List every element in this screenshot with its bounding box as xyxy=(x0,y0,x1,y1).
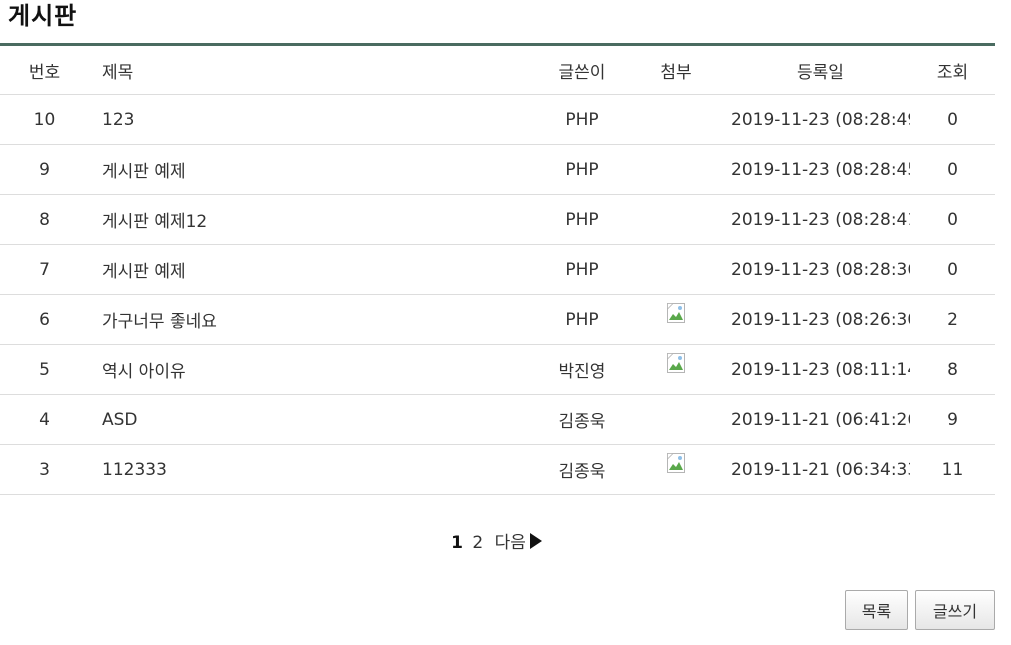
row-title-link[interactable]: 게시판 예제 xyxy=(102,262,186,282)
row-title-link[interactable]: 123 xyxy=(102,110,134,130)
row-date: 2019-11-23 (08:28:45) xyxy=(731,144,910,195)
table-row: 10 123 PHP 2019-11-23 (08:28:49) 0 xyxy=(0,94,995,145)
row-title-cell: 역시 아이유 xyxy=(89,344,543,395)
table-header-row: 번호 제목 글쓴이 첨부 등록일 조회 xyxy=(0,44,995,95)
page-title: 게시판 xyxy=(8,2,78,30)
row-views: 0 xyxy=(910,144,995,195)
broken-image-icon[interactable] xyxy=(667,453,685,473)
row-title-cell: 게시판 예제 xyxy=(89,144,543,195)
row-title-link[interactable]: 게시판 예제 xyxy=(102,162,186,182)
row-date: 2019-11-21 (06:34:33) xyxy=(731,444,910,495)
board-table: 번호 제목 글쓴이 첨부 등록일 조회 10 123 PHP 2019-11-23 (… xyxy=(0,43,995,495)
row-writer: 김종욱 xyxy=(543,444,621,495)
header-file: 첨부 xyxy=(621,44,731,95)
row-date: 2019-11-23 (08:28:41) xyxy=(731,194,910,245)
row-writer: 김종욱 xyxy=(543,394,621,445)
row-writer: PHP xyxy=(543,94,621,145)
row-file xyxy=(621,394,731,445)
row-file xyxy=(621,194,731,245)
table-row: 4 ASD 김종욱 2019-11-21 (06:41:26) 9 xyxy=(0,394,995,445)
next-label: 다음 xyxy=(494,533,526,553)
row-views: 8 xyxy=(910,344,995,395)
row-views: 0 xyxy=(910,94,995,145)
header-views: 조회 xyxy=(910,44,995,95)
row-num: 6 xyxy=(0,294,89,345)
row-views: 11 xyxy=(910,444,995,495)
row-title-cell: 112333 xyxy=(89,444,543,495)
table-row: 5 역시 아이유 박진영 2019-11-23 (08:11:14) 8 xyxy=(0,344,995,395)
pagination: 1 2 다음 xyxy=(0,528,995,553)
row-title-cell: 게시판 예제 xyxy=(89,244,543,295)
row-writer: PHP xyxy=(543,294,621,345)
broken-image-icon[interactable] xyxy=(667,303,685,323)
row-title-link[interactable]: 게시판 예제12 xyxy=(102,212,207,232)
row-file xyxy=(621,94,731,145)
table-row: 6 가구너무 좋네요 PHP 2019-11-23 (08:26:30) 2 xyxy=(0,294,995,345)
row-title-link[interactable]: 역시 아이유 xyxy=(102,362,186,382)
row-writer: PHP xyxy=(543,144,621,195)
page-link-2[interactable]: 2 xyxy=(472,533,483,553)
row-views: 2 xyxy=(910,294,995,345)
row-file xyxy=(621,294,731,345)
row-num: 3 xyxy=(0,444,89,495)
row-title-link[interactable]: 가구너무 좋네요 xyxy=(102,312,217,332)
row-num: 5 xyxy=(0,344,89,395)
header-num: 번호 xyxy=(0,44,89,95)
row-file xyxy=(621,344,731,395)
row-views: 0 xyxy=(910,244,995,295)
row-date: 2019-11-23 (08:11:14) xyxy=(731,344,910,395)
row-num: 4 xyxy=(0,394,89,445)
broken-image-icon[interactable] xyxy=(667,353,685,373)
row-date: 2019-11-23 (08:26:30) xyxy=(731,294,910,345)
table-row: 7 게시판 예제 PHP 2019-11-23 (08:28:36) 0 xyxy=(0,244,995,295)
row-num: 10 xyxy=(0,94,89,145)
row-views: 0 xyxy=(910,194,995,245)
header-title: 제목 xyxy=(89,44,543,95)
row-file xyxy=(621,144,731,195)
header-writer: 글쓴이 xyxy=(543,44,621,95)
row-views: 9 xyxy=(910,394,995,445)
write-button[interactable]: 글쓰기 xyxy=(915,590,995,630)
row-num: 9 xyxy=(0,144,89,195)
row-writer: 박진영 xyxy=(543,344,621,395)
row-date: 2019-11-23 (08:28:36) xyxy=(731,244,910,295)
row-file xyxy=(621,244,731,295)
play-triangle-icon xyxy=(529,533,542,549)
row-title-cell: ASD xyxy=(89,394,543,445)
row-title-cell: 123 xyxy=(89,94,543,145)
row-title-cell: 게시판 예제12 xyxy=(89,194,543,245)
row-writer: PHP xyxy=(543,194,621,245)
row-date: 2019-11-23 (08:28:49) xyxy=(731,94,910,145)
next-page-link[interactable]: 다음 xyxy=(493,533,544,553)
row-title-link[interactable]: 112333 xyxy=(102,460,167,480)
row-title-cell: 가구너무 좋네요 xyxy=(89,294,543,345)
row-file xyxy=(621,444,731,495)
row-writer: PHP xyxy=(543,244,621,295)
header-date: 등록일 xyxy=(731,44,910,95)
row-num: 7 xyxy=(0,244,89,295)
table-row: 3 112333 김종욱 2019-11-21 (06:34:33) 11 xyxy=(0,444,995,495)
row-num: 8 xyxy=(0,194,89,245)
page-link-1[interactable]: 1 xyxy=(451,533,463,553)
list-button[interactable]: 목록 xyxy=(845,590,908,630)
table-row: 9 게시판 예제 PHP 2019-11-23 (08:28:45) 0 xyxy=(0,144,995,195)
table-row: 8 게시판 예제12 PHP 2019-11-23 (08:28:41) 0 xyxy=(0,194,995,245)
row-date: 2019-11-21 (06:41:26) xyxy=(731,394,910,445)
row-title-link[interactable]: ASD xyxy=(102,410,138,430)
